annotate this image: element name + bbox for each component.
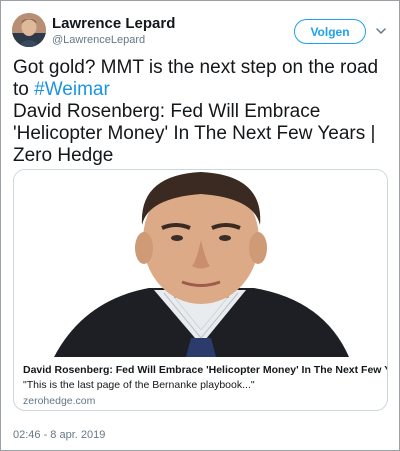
author-avatar[interactable] xyxy=(12,13,46,47)
tweet-text-line: to #Weimar xyxy=(13,79,393,101)
card-image[interactable] xyxy=(14,170,387,357)
tweet-embed: Lawrence Lepard @LawrenceLepard Volgen G… xyxy=(0,0,400,451)
card-domain[interactable]: zerohedge.com xyxy=(23,395,379,407)
tweet-text-line: David Rosenberg: Fed Will Embrace xyxy=(13,101,321,122)
author-handle[interactable]: @LawrenceLepard xyxy=(52,34,145,46)
link-preview-card[interactable]: David Rosenberg: Fed Will Embrace 'Helic… xyxy=(13,169,388,411)
avatar-image xyxy=(12,13,46,47)
tweet-text-line: Zero Hedge xyxy=(13,145,114,166)
tweet-text: Got gold? MMT is the next step on the ro… xyxy=(13,57,393,167)
tweet-text-line: 'Helicopter Money' In The Next Few Years… xyxy=(13,123,376,144)
tweet-timestamp[interactable]: 02:46 - 8 apr. 2019 xyxy=(13,429,105,441)
portrait-photo xyxy=(14,170,387,357)
follow-button[interactable]: Volgen xyxy=(294,19,366,44)
chevron-down-icon[interactable] xyxy=(375,25,387,37)
card-description: "This is the last page of the Bernanke p… xyxy=(23,379,255,391)
hashtag-link[interactable]: #Weimar xyxy=(34,79,110,100)
author-name[interactable]: Lawrence Lepard xyxy=(52,15,175,32)
tweet-text-line: Got gold? MMT is the next step on the ro… xyxy=(13,57,379,78)
tweet-text-fragment: to xyxy=(13,79,35,100)
card-title[interactable]: David Rosenberg: Fed Will Embrace 'Helic… xyxy=(23,364,387,376)
